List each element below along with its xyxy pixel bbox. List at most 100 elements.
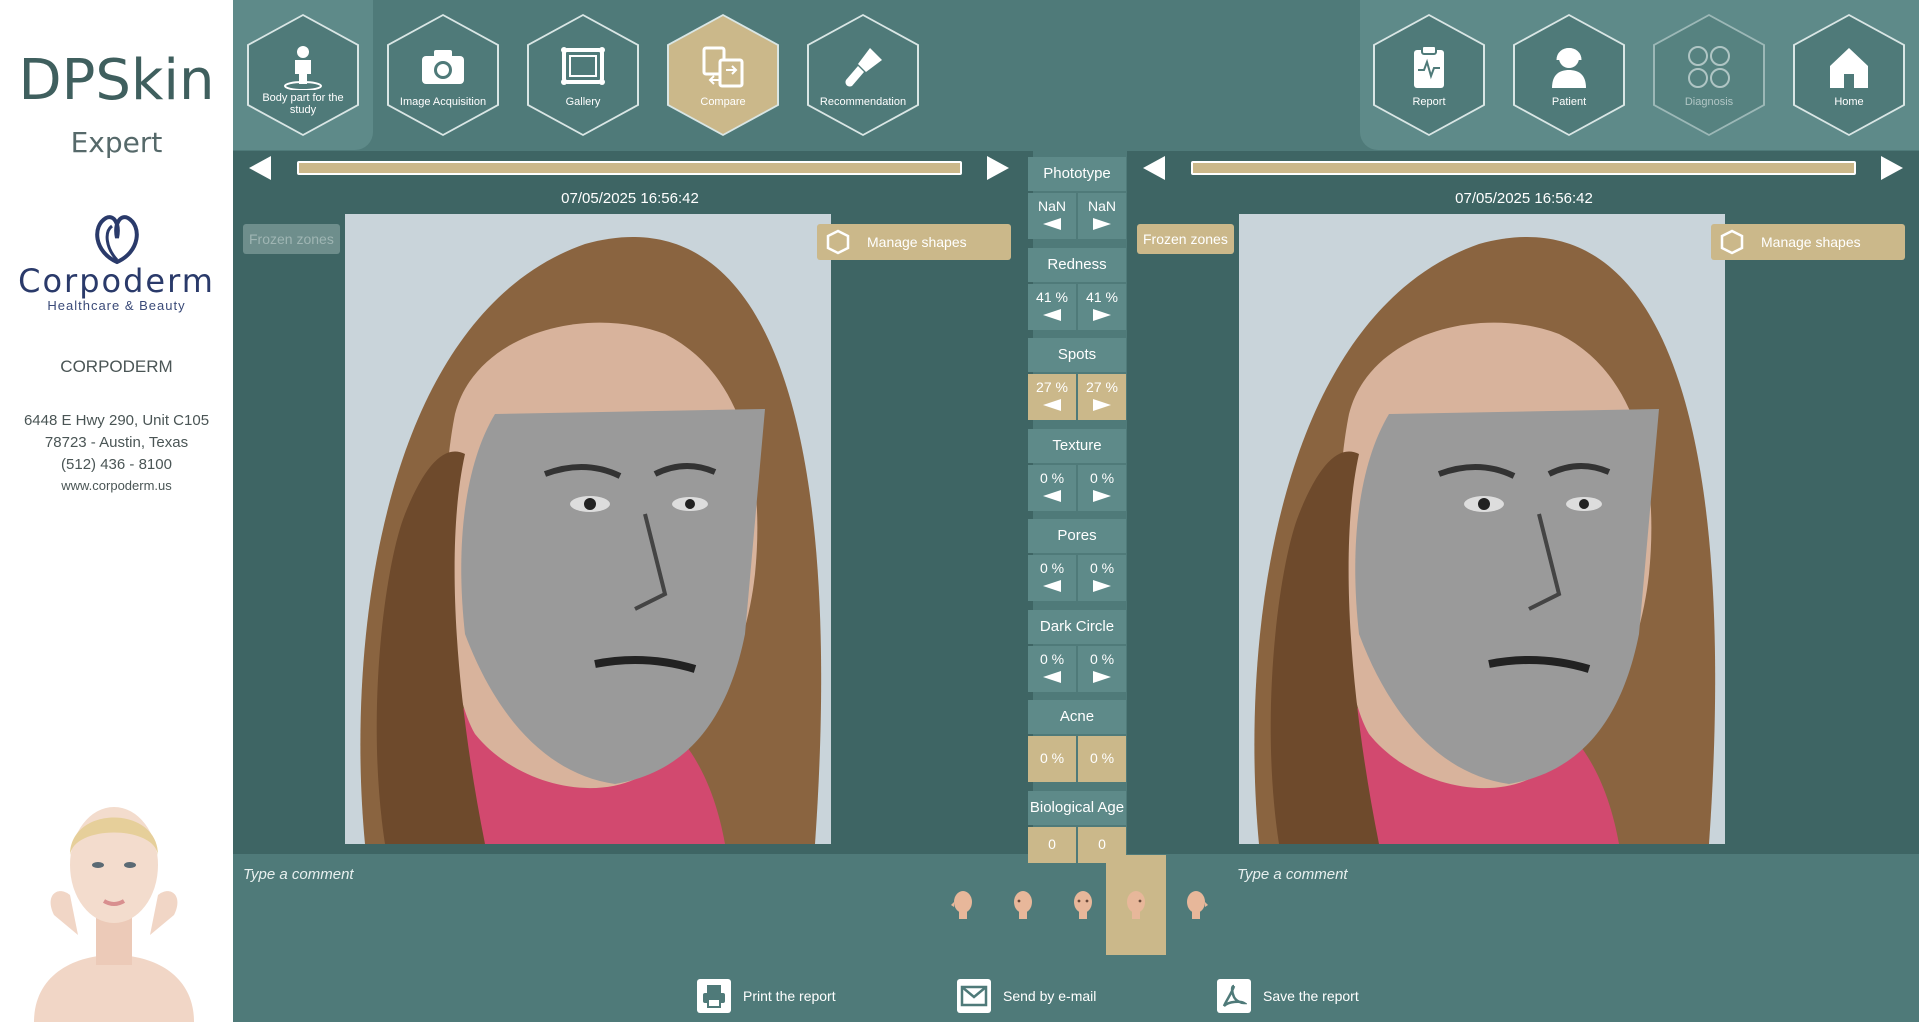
metric-phototype-right-cell[interactable]: NaN xyxy=(1078,193,1126,239)
shapes-icon xyxy=(1720,229,1744,255)
metric-value: 0 % xyxy=(1039,560,1065,576)
nav-label: Report xyxy=(1412,96,1446,108)
metric-redness-left-cell[interactable]: 41 % xyxy=(1028,284,1076,330)
metric-pores-right-cell[interactable]: 0 % xyxy=(1078,555,1126,601)
patient-icon xyxy=(1552,48,1586,88)
save-report-label: Save the report xyxy=(1263,988,1359,1004)
metric-dark-circle-right-cell[interactable]: 0 % xyxy=(1078,646,1126,692)
diagnosis-icon xyxy=(1688,46,1730,88)
logo-name: Corpoderm xyxy=(18,262,215,300)
nav-label: Image Acquisition xyxy=(399,96,487,108)
left-comment-input[interactable] xyxy=(243,866,943,883)
save-report-button[interactable]: Save the report xyxy=(1217,978,1359,1014)
left-date: 07/05/2025 16:56:42 xyxy=(561,190,699,207)
metric-texture-right-cell[interactable]: 0 % xyxy=(1078,465,1126,511)
address-line2: 78723 - Austin, Texas xyxy=(44,434,189,451)
model-portrait-image xyxy=(14,785,214,1022)
nav-gallery-button[interactable]: Gallery xyxy=(527,14,639,136)
home-icon xyxy=(1830,48,1868,88)
left-manage-shapes-button[interactable]: Manage shapes xyxy=(817,224,1011,260)
view-left-three-quarter[interactable] xyxy=(993,855,1053,955)
nav-compare-button[interactable]: Compare xyxy=(667,14,779,136)
metric-dark-circle-left-cell[interactable]: 0 % xyxy=(1028,646,1076,692)
metric-value: 0 % xyxy=(1089,750,1115,766)
next-arrow-icon xyxy=(1093,218,1111,230)
metric-value: NaN xyxy=(1037,198,1066,214)
prev-arrow-icon xyxy=(1043,218,1061,230)
prev-arrow-icon xyxy=(1043,490,1061,502)
body-part-icon xyxy=(284,46,322,90)
left-timeline-slider[interactable] xyxy=(297,161,962,175)
metric-spots-left-cell[interactable]: 27 % xyxy=(1028,374,1076,420)
metric-value: 0 % xyxy=(1039,470,1065,486)
left-prev-arrow-icon[interactable] xyxy=(247,154,273,182)
view-left-profile[interactable] xyxy=(933,855,993,955)
right-frozen-zones-button[interactable]: Frozen zones xyxy=(1137,224,1234,254)
metric-phototype-left-cell[interactable]: NaN xyxy=(1028,193,1076,239)
right-manage-shapes-button[interactable]: Manage shapes xyxy=(1711,224,1905,260)
left-frozen-zones-button[interactable]: Frozen zones xyxy=(243,224,340,254)
right-date: 07/05/2025 16:56:42 xyxy=(1455,190,1593,207)
printer-icon xyxy=(703,985,725,1008)
camera-icon xyxy=(422,50,464,84)
send-email-button[interactable]: Send by e-mail xyxy=(957,978,1096,1014)
prev-arrow-icon xyxy=(1043,399,1061,411)
brush-icon xyxy=(845,48,882,87)
metric-value: 0 % xyxy=(1089,560,1115,576)
right-next-arrow-icon[interactable] xyxy=(1879,154,1905,182)
print-report-label: Print the report xyxy=(743,988,836,1004)
next-arrow-icon xyxy=(1093,399,1111,411)
metric-pores-label: Pores xyxy=(1028,519,1126,553)
metric-value: 0 % xyxy=(1089,470,1115,486)
company-name: CORPODERM xyxy=(60,357,173,376)
metric-texture-label: Texture xyxy=(1028,429,1126,463)
right-prev-arrow-icon[interactable] xyxy=(1141,154,1167,182)
metric-spots-label: Spots xyxy=(1028,338,1126,372)
metric-redness-label: Redness xyxy=(1028,248,1126,282)
corpoderm-logo-icon xyxy=(95,215,139,265)
metric-phototype-label: Phototype xyxy=(1028,157,1126,191)
metric-value: 0 xyxy=(1048,836,1056,852)
metric-value: 0 % xyxy=(1039,651,1065,667)
metric-spots-right-cell[interactable]: 27 % xyxy=(1078,374,1126,420)
left-face-photo xyxy=(345,214,831,844)
prev-arrow-icon xyxy=(1043,309,1061,321)
metric-pores-left-cell[interactable]: 0 % xyxy=(1028,555,1076,601)
metric-value: 0 % xyxy=(1039,750,1065,766)
view-right-profile[interactable] xyxy=(1166,855,1226,955)
website: www.corpoderm.us xyxy=(61,478,172,493)
nav-label: Patient xyxy=(1551,96,1587,108)
metric-dark-circle-label: Dark Circle xyxy=(1028,610,1126,644)
next-arrow-icon xyxy=(1093,309,1111,321)
head-front-icon xyxy=(1074,891,1092,919)
next-arrow-icon xyxy=(1093,490,1111,502)
metric-texture-left-cell[interactable]: 0 % xyxy=(1028,465,1076,511)
address-line1: 6448 E Hwy 290, Unit C105 xyxy=(23,412,210,429)
face-photo-image xyxy=(345,214,831,844)
view-right-three-quarter[interactable] xyxy=(1106,855,1166,955)
metric-value: 41 % xyxy=(1086,289,1118,305)
metric-redness-right-cell[interactable]: 41 % xyxy=(1078,284,1126,330)
nav-label: Gallery xyxy=(565,96,601,108)
print-report-button[interactable]: Print the report xyxy=(697,978,836,1014)
metric-acne-label: Acne xyxy=(1028,700,1126,734)
head-three-quarter-left-icon xyxy=(1014,891,1032,919)
nav-label: Compare xyxy=(700,96,746,108)
view-angle-selector xyxy=(933,855,1208,955)
nav-image-acquisition-button[interactable]: Image Acquisition xyxy=(387,14,499,136)
left-next-arrow-icon[interactable] xyxy=(985,154,1011,182)
view-front[interactable] xyxy=(1053,855,1113,955)
right-comment-input[interactable] xyxy=(1237,866,1897,883)
right-timeline-slider[interactable] xyxy=(1191,161,1856,175)
metric-value: 0 % xyxy=(1089,651,1115,667)
metric-acne-right-cell: 0 % xyxy=(1078,736,1126,782)
manage-shapes-label: Manage shapes xyxy=(867,234,967,250)
shapes-icon xyxy=(826,229,850,255)
metric-value: 0 xyxy=(1098,836,1106,852)
next-arrow-icon xyxy=(1093,671,1111,683)
nav-recommendation-button[interactable]: Recommendation xyxy=(807,14,919,136)
sidebar: DPSkin Expert Corpoderm Healthcare & Bea… xyxy=(0,0,233,1022)
nav-label: Diagnosis xyxy=(1684,96,1734,108)
company-address: 6448 E Hwy 290, Unit C105 78723 - Austin… xyxy=(0,410,233,476)
metric-value: 41 % xyxy=(1036,289,1068,305)
